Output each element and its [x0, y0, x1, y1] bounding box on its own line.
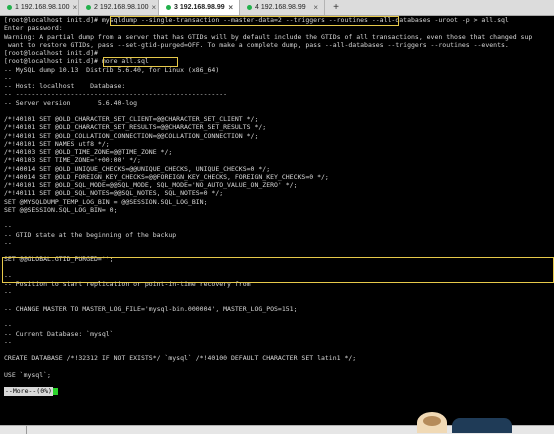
terminal-line: /*!40103 SET TIME_ZONE='+00:00' */;: [4, 156, 141, 165]
connection-status-icon: [166, 5, 171, 10]
terminal-line: SET @@GLOBAL.GTID_PURGED='';: [4, 255, 114, 264]
session-tab-bar: 1 192.168.98.100 × 2 192.168.98.100 × 3 …: [0, 0, 554, 16]
tab-session-3[interactable]: 3 192.168.98.99 ×: [159, 0, 240, 15]
mascot-avatar-icon: [417, 412, 447, 433]
terminal-line: Warning: A partial dump from a server th…: [4, 32, 533, 41]
floating-widget[interactable]: [452, 418, 512, 433]
tab-label: 4 192.168.98.99: [255, 4, 306, 11]
terminal-line: --: [4, 288, 12, 297]
terminal-line: -- GTID state at the beginning of the ba…: [4, 230, 177, 239]
terminal-line: --: [4, 238, 12, 247]
terminal-line: /*!40101 SET @OLD_CHARACTER_SET_RESULTS=…: [4, 123, 267, 132]
tab-session-4[interactable]: 4 192.168.98.99 ×: [240, 0, 325, 15]
connection-status-icon: [247, 5, 252, 10]
terminal-line: /*!40101 SET NAMES utf8 */;: [4, 139, 110, 148]
tab-label: 3 192.168.98.99: [174, 4, 225, 11]
terminal-line: -- CHANGE MASTER TO MASTER_LOG_FILE='mys…: [4, 304, 298, 313]
terminal-line: --: [4, 222, 12, 231]
terminal-line: [root@localhost init.d]# mysqldump --sin…: [4, 16, 509, 24]
terminal-line: -- Position to start replication or poin…: [4, 280, 251, 288]
terminal-line: /*!40111 SET @OLD_SQL_NOTES=@@SQL_NOTES,…: [4, 189, 224, 198]
connection-status-icon: [7, 5, 12, 10]
terminal-line: Enter password:: [4, 24, 63, 33]
more-prompt: --More--(0%): [4, 387, 53, 396]
pager-prompt: --More--(0%): [4, 387, 552, 396]
terminal-line: /*!40101 SET @OLD_CHARACTER_SET_CLIENT=@…: [4, 115, 259, 123]
tab-session-1[interactable]: 1 192.168.98.100 ×: [0, 0, 79, 15]
terminal-line: -- Host: localhost Database:: [4, 82, 126, 90]
tab-label: 1 192.168.98.100: [15, 4, 70, 11]
terminal-line: /*!40101 SET @OLD_COLLATION_CONNECTION=@…: [4, 131, 259, 140]
terminal-cursor: [52, 387, 58, 395]
terminal-line: [root@localhost init.d]# more all.sql: [4, 57, 149, 66]
connection-status-icon: [86, 5, 91, 10]
terminal-output[interactable]: [root@localhost init.d]# mysqldump --sin…: [4, 16, 552, 422]
terminal-line: -- -------------------------------------…: [4, 90, 228, 99]
terminal-line: SET @@SESSION.SQL_LOG_BIN= 0;: [4, 205, 118, 214]
terminal-line: --: [4, 73, 12, 82]
terminal-line: -- Server version 5.6.40-log: [4, 98, 138, 107]
terminal-line: -- Current Database: `mysql`: [4, 329, 114, 338]
terminal-line: /*!40101 SET @OLD_SQL_MODE=@@SQL_MODE, S…: [4, 181, 298, 189]
terminal-line: SET @MYSQLDUMP_TEMP_LOG_BIN = @@SESSION.…: [4, 197, 208, 206]
terminal-line: CREATE DATABASE /*!32312 IF NOT EXISTS*/…: [4, 354, 357, 363]
terminal-line: USE `mysql`;: [4, 370, 51, 379]
close-icon[interactable]: ×: [313, 3, 318, 12]
terminal-line: -- MySQL dump 10.13 Distrib 5.6.40, for …: [4, 65, 220, 74]
terminal-line: want to restore GTIDs, pass --set-gtid-p…: [4, 40, 509, 49]
close-icon[interactable]: ×: [152, 3, 157, 12]
tab-session-2[interactable]: 2 192.168.98.100 ×: [79, 0, 159, 15]
terminal-line: --: [4, 321, 12, 330]
close-icon[interactable]: ×: [73, 3, 78, 12]
terminal-line: --: [4, 337, 12, 346]
terminal-line: [root@localhost init.d]#: [4, 49, 98, 57]
terminal-line: /*!40103 SET @OLD_TIME_ZONE=@@TIME_ZONE …: [4, 148, 173, 156]
new-tab-button[interactable]: +: [325, 0, 347, 15]
terminal-line: /*!40014 SET @OLD_FOREIGN_KEY_CHECKS=@@F…: [4, 172, 329, 181]
terminal-line: --: [4, 271, 12, 280]
close-icon[interactable]: ×: [228, 3, 233, 12]
terminal-line: /*!40014 SET @OLD_UNIQUE_CHECKS=@@UNIQUE…: [4, 164, 271, 173]
tab-label: 2 192.168.98.100: [94, 4, 149, 11]
